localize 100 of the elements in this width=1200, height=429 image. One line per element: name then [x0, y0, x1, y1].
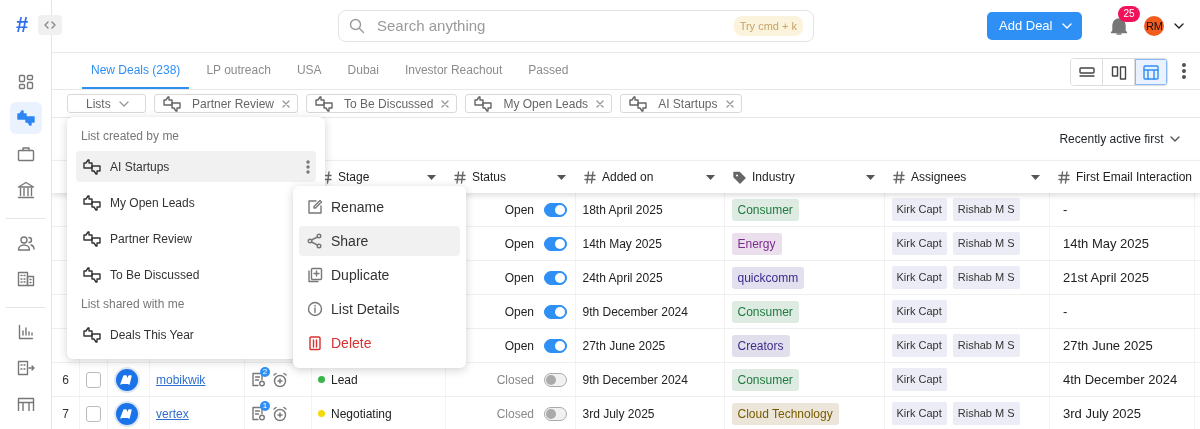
dropdown-arrow-icon [1031, 174, 1040, 180]
chip-label: My Open Leads [503, 95, 589, 113]
hash-icon [454, 170, 466, 184]
bank-icon [16, 181, 35, 199]
tab[interactable]: USA [287, 61, 331, 89]
date-text: 18th April 2025 [582, 201, 663, 219]
people-icon [16, 235, 35, 251]
date-text: 24th April 2025 [582, 269, 663, 287]
filter-chip[interactable]: Partner Review [154, 94, 299, 113]
tab[interactable]: Dubai [338, 61, 388, 89]
filter-chip[interactable]: To Be Discussed [306, 94, 458, 113]
tab[interactable]: New Deals (238) [82, 61, 190, 89]
toggle-switch[interactable] [544, 304, 567, 319]
list-item[interactable]: AI Startups [76, 151, 316, 182]
notification-badge: 25 [1118, 6, 1140, 22]
assignee-tag: Kirk Capt [891, 368, 947, 391]
count-badge: 1 [260, 401, 270, 411]
industry-tag: Creators [731, 334, 790, 357]
add-deal-button[interactable]: Add Deal [987, 12, 1083, 40]
view-toggle-button[interactable] [1135, 59, 1167, 85]
bar-chart-icon [17, 324, 34, 340]
close-icon [596, 99, 605, 108]
status-label: Open [504, 269, 534, 287]
table-view-icon [1143, 64, 1159, 80]
column-header[interactable]: First Email Interaction [1050, 161, 1195, 193]
column-header[interactable]: Added on [576, 161, 725, 193]
filter-chip[interactable]: My Open Leads [465, 94, 613, 113]
company-logo [114, 366, 140, 393]
edit-icon [307, 199, 323, 215]
alarm-icon [271, 405, 288, 422]
thumbs-icon [82, 326, 104, 343]
sidebar-item[interactable] [9, 102, 42, 134]
company-link[interactable]: vertex [156, 404, 189, 423]
shortcut-hint: Try cmd + k [733, 15, 803, 37]
toggle-switch[interactable] [544, 372, 567, 387]
collapse-toggle-button[interactable] [38, 15, 63, 35]
thumbs-icon [15, 110, 36, 126]
status-label: Open [504, 235, 534, 253]
tab[interactable]: Investor Reachout [395, 61, 512, 89]
alarm-icon [271, 371, 288, 388]
chip-label: AI Startups [658, 95, 718, 113]
date-text: 9th December 2024 [582, 371, 688, 389]
column-header[interactable]: Industry [725, 161, 885, 193]
grid-icon [17, 74, 34, 90]
rows-view-icon [1078, 64, 1095, 80]
view-toggle-button[interactable] [1071, 59, 1103, 85]
assignee-tag: Kirk Capt [891, 266, 947, 289]
industry-tag: Consumer [731, 300, 799, 323]
assignee-tag: Kirk Capt [891, 300, 947, 323]
lists-dropdown[interactable]: Lists [67, 94, 146, 113]
date-text: 14th May 2025 [582, 235, 662, 253]
tab[interactable]: LP outreach [197, 61, 280, 89]
company-link[interactable]: mobikwik [156, 370, 206, 389]
filter-chip[interactable]: AI Startups [620, 94, 742, 113]
section-heading: List shared with me [80, 296, 186, 313]
date-text: 27th June 2025 [582, 337, 666, 355]
table-icon [16, 397, 35, 411]
app-logo[interactable]: # [16, 14, 29, 36]
hash-icon [893, 170, 905, 184]
status-label: Open [504, 303, 534, 321]
dropdown-arrow-icon [427, 174, 436, 180]
date-text: 21st April 2025 [1063, 268, 1149, 287]
column-header[interactable]: Assignees [885, 161, 1050, 193]
thumbs-icon [82, 230, 104, 247]
sort-dropdown[interactable]: Recently active first [1059, 130, 1180, 148]
chip-label: Partner Review [192, 95, 275, 113]
tab[interactable]: Passed [519, 61, 578, 89]
search-icon [349, 18, 365, 34]
bell-icon [1110, 16, 1129, 36]
toggle-switch[interactable] [544, 270, 567, 285]
tag-icon [733, 170, 746, 184]
user-avatar[interactable]: RM [1144, 16, 1165, 36]
toggle-switch[interactable] [544, 406, 567, 421]
assignee-tag: Rishab M S [952, 266, 1020, 289]
search-input[interactable]: Search anything [375, 13, 724, 39]
close-icon [441, 99, 450, 108]
industry-tag: Energy [731, 232, 782, 255]
row-checkbox[interactable] [86, 405, 101, 422]
hash-icon [584, 170, 596, 184]
chevrons-icon [44, 21, 57, 29]
thumbs-icon [82, 158, 104, 175]
toggle-switch[interactable] [544, 236, 567, 251]
trash-icon [307, 335, 323, 351]
industry-tag: Consumer [731, 198, 799, 221]
section-heading: List created by me [80, 128, 181, 145]
chip-label: To Be Discussed [344, 95, 434, 113]
close-icon [725, 99, 734, 108]
menu-item[interactable]: Share [299, 226, 460, 256]
toggle-switch[interactable] [544, 338, 567, 353]
dropdown-arrow-icon [866, 174, 875, 180]
column-header[interactable]: Status [446, 161, 576, 193]
more-icon [1182, 63, 1186, 79]
status-label: Closed [496, 371, 534, 389]
date-text: 14th May 2025 [1063, 234, 1149, 253]
toggle-switch[interactable] [544, 202, 567, 217]
status-label: Closed [496, 405, 534, 423]
date-text: 27th June 2025 [1063, 336, 1153, 355]
caret-icon [1170, 136, 1180, 142]
assignee-tag: Kirk Capt [891, 198, 947, 221]
row-checkbox[interactable] [86, 371, 101, 388]
